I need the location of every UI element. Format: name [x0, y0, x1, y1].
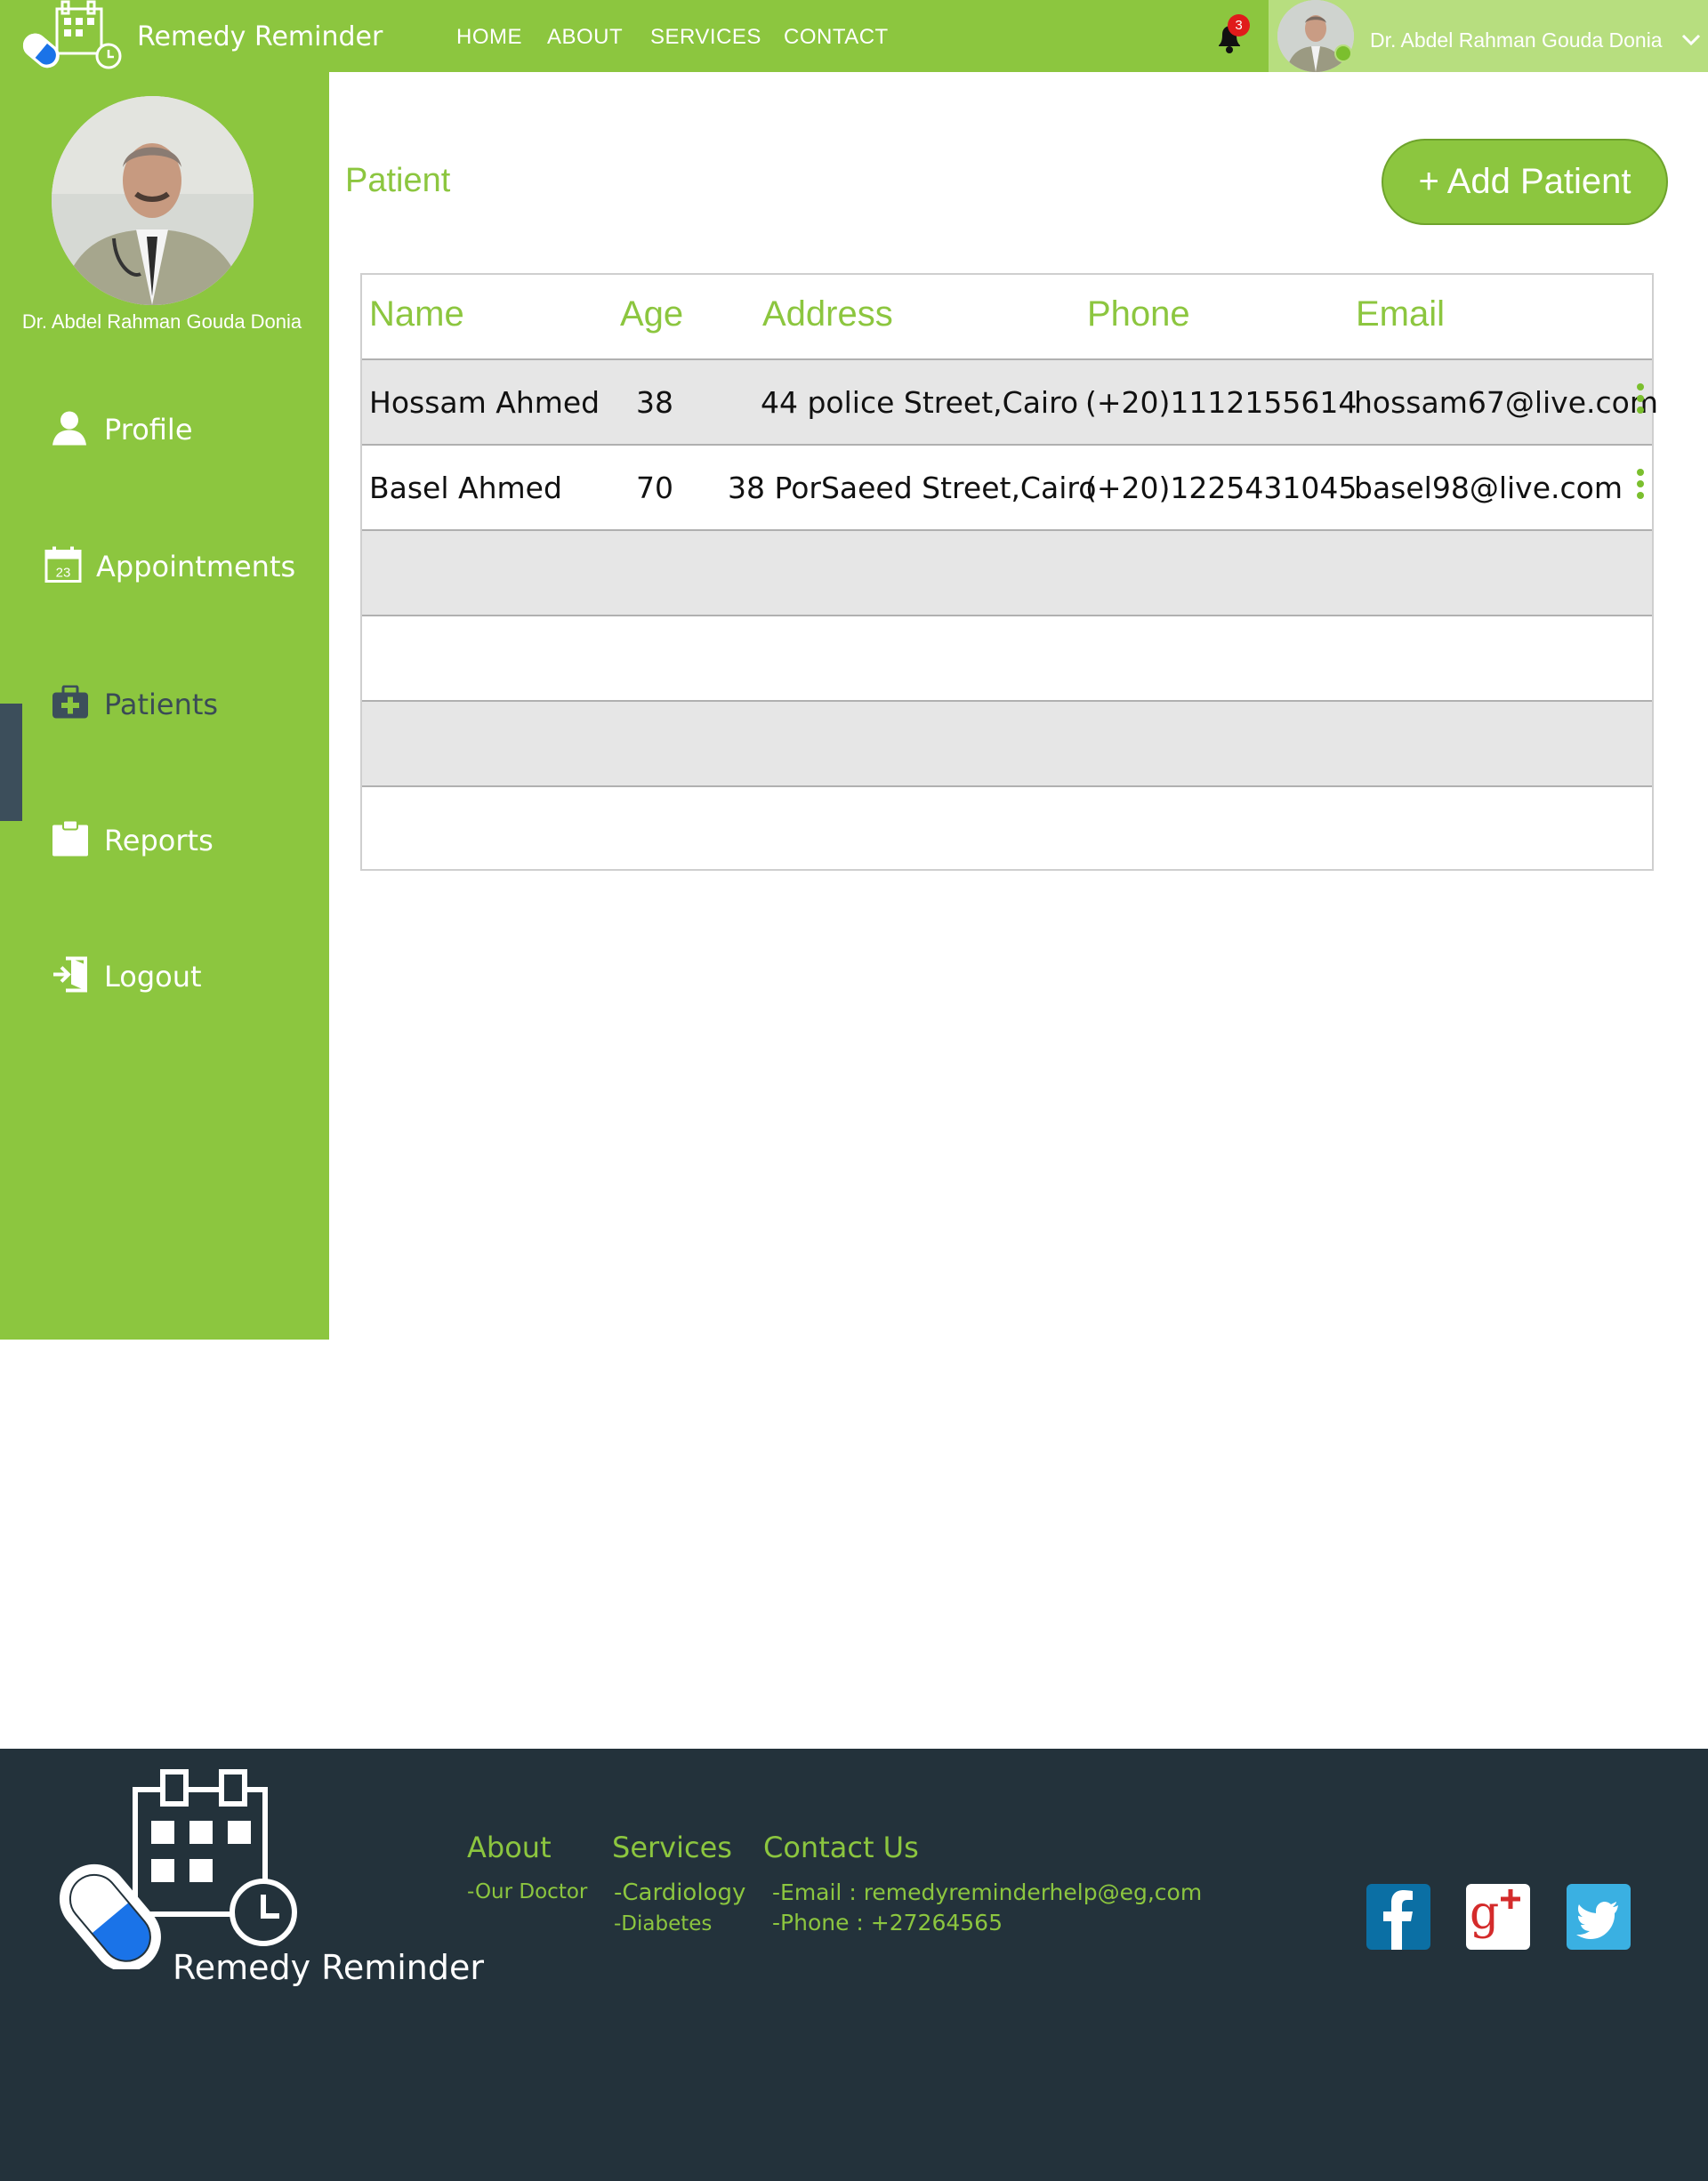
- doctor-avatar: [52, 96, 254, 305]
- patient-address: 38 PorSaeed Street,Cairo: [728, 471, 1097, 505]
- logout-icon: [52, 956, 89, 998]
- doctor-name: Dr. Abdel Rahman Gouda Donia: [21, 310, 302, 333]
- empty-table-row: [362, 615, 1652, 700]
- notification-count-badge: 3: [1228, 14, 1250, 36]
- user-name: Dr. Abdel Rahman Gouda Donia: [1370, 28, 1663, 52]
- footer-services-title: Services: [612, 1831, 732, 1864]
- app-logo[interactable]: [12, 0, 126, 72]
- more-options-icon[interactable]: [1636, 469, 1645, 506]
- footer-link-our-doctor[interactable]: -Our Doctor: [467, 1880, 587, 1903]
- footer-link-cardiology[interactable]: -Cardiology: [614, 1879, 745, 1906]
- footer-about-title: About: [467, 1831, 552, 1864]
- empty-table-row: [362, 529, 1652, 615]
- twitter-icon[interactable]: [1567, 1884, 1631, 1950]
- footer-brand-name: Remedy Reminder: [173, 1948, 485, 1987]
- table-row[interactable]: Hossam Ahmed 38 44 police Street,Cairo (…: [362, 358, 1658, 444]
- nav-services[interactable]: SERVICES: [650, 25, 761, 50]
- sidebar-item-label: Reports: [104, 824, 214, 857]
- sidebar-item-label: Patients: [104, 688, 219, 721]
- sidebar-item-logout[interactable]: Logout: [0, 918, 329, 1035]
- column-header-phone: Phone: [1087, 294, 1190, 334]
- footer-logo: [36, 1765, 311, 1972]
- column-header-name: Name: [369, 294, 464, 334]
- sidebar-item-reports[interactable]: Reports: [0, 782, 329, 899]
- google-plus-icon[interactable]: g: [1466, 1884, 1530, 1950]
- sidebar-item-appointments[interactable]: 23 Appointments: [0, 508, 329, 625]
- user-icon: [52, 410, 87, 450]
- page-title: Patient: [345, 162, 451, 199]
- patient-age: 70: [636, 471, 673, 505]
- more-options-icon[interactable]: [1636, 383, 1645, 421]
- patient-phone: (+20)1112155614: [1085, 385, 1358, 420]
- nav-contact[interactable]: CONTACT: [784, 25, 889, 50]
- footer-contact-email[interactable]: -Email : remedyreminderhelp@eg,com: [772, 1879, 1202, 1905]
- patient-name: Basel Ahmed: [369, 471, 562, 505]
- sidebar-item-label: Appointments: [96, 550, 296, 583]
- chevron-down-icon[interactable]: [1681, 34, 1701, 46]
- svg-text:g: g: [1470, 1887, 1499, 1940]
- footer-contact-phone[interactable]: -Phone : +27264565: [772, 1910, 1003, 1936]
- table-row[interactable]: Basel Ahmed 70 38 PorSaeed Street,Cairo …: [362, 444, 1652, 529]
- clipboard-icon: [52, 819, 89, 862]
- column-header-age: Age: [620, 294, 684, 334]
- online-status-dot: [1334, 44, 1352, 62]
- footer-link-diabetes[interactable]: -Diabetes: [614, 1912, 712, 1936]
- footer-contact-title: Contact Us: [763, 1831, 919, 1864]
- svg-text:23: 23: [56, 566, 71, 581]
- patient-email: basel98@live.com: [1354, 471, 1623, 505]
- nav-home[interactable]: HOME: [456, 25, 522, 50]
- sidebar-item-profile[interactable]: Profile: [0, 371, 329, 488]
- column-header-address: Address: [762, 294, 893, 334]
- patient-name: Hossam Ahmed: [369, 385, 600, 420]
- medical-kit-icon: [52, 685, 89, 724]
- patient-age: 38: [636, 385, 673, 420]
- nav-about[interactable]: ABOUT: [547, 25, 623, 50]
- facebook-icon[interactable]: [1366, 1884, 1430, 1950]
- patient-email: hossam67@live.com: [1354, 385, 1658, 420]
- footer: Remedy Reminder About -Our Doctor Servic…: [0, 1749, 1708, 2181]
- sidebar-item-label: Profile: [104, 413, 193, 447]
- sidebar-item-patients[interactable]: Patients: [0, 646, 329, 763]
- brand-name: Remedy Reminder: [137, 21, 383, 52]
- patients-table: Name Age Address Phone Email Hossam Ahme…: [360, 273, 1658, 871]
- sidebar-item-label: Logout: [104, 960, 202, 994]
- empty-table-row: [362, 700, 1652, 785]
- calendar-icon: 23: [44, 546, 82, 588]
- add-patient-button[interactable]: + Add Patient: [1382, 139, 1668, 225]
- top-navbar: Remedy Reminder HOME ABOUT SERVICES CONT…: [0, 0, 1708, 72]
- user-menu[interactable]: Dr. Abdel Rahman Gouda Donia: [1269, 0, 1708, 72]
- column-header-email: Email: [1356, 294, 1446, 334]
- patient-address: 44 police Street,Cairo: [761, 385, 1079, 420]
- sidebar: Dr. Abdel Rahman Gouda Donia Profile 23 …: [0, 72, 329, 1340]
- patient-phone: (+20)1225431045: [1085, 471, 1358, 505]
- empty-table-row: [362, 785, 1652, 871]
